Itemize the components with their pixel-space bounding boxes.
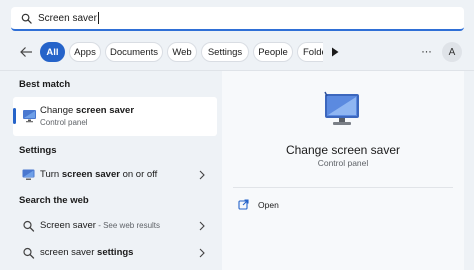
chevron-right-icon: [199, 170, 205, 180]
open-label: Open: [258, 200, 279, 210]
filter-apps[interactable]: Apps: [69, 42, 101, 62]
chevron-right-icon: [199, 221, 205, 231]
settings-item-label: Turn screen saver on or off: [40, 169, 158, 180]
search-icon: [23, 247, 35, 259]
filter-people[interactable]: People: [253, 42, 293, 62]
scroll-right-icon[interactable]: [331, 47, 339, 57]
selection-indicator: [13, 108, 16, 124]
search-icon: [23, 220, 35, 232]
best-match-title: Change screen saver: [40, 105, 135, 116]
preview-divider: [233, 187, 453, 188]
filter-web[interactable]: Web: [167, 42, 197, 62]
open-external-icon: [238, 199, 249, 210]
filter-all[interactable]: All: [40, 42, 65, 62]
best-match-subtitle: Control panel: [40, 118, 88, 127]
settings-item[interactable]: Turn screen saver on or off: [13, 164, 217, 186]
screen-saver-icon: [324, 91, 359, 125]
web-result-label: Screen saver - See web results: [40, 220, 161, 231]
section-best-match: Best match: [19, 79, 71, 90]
search-input[interactable]: Screen saver: [38, 13, 97, 24]
web-result-item[interactable]: Screen saver - See web results: [13, 215, 217, 237]
back-arrow-icon[interactable]: [19, 46, 33, 58]
search-icon: [21, 13, 32, 24]
web-result-label: screen saver settings: [40, 247, 134, 258]
screen-saver-settings-icon: [22, 169, 35, 180]
filter-documents[interactable]: Documents: [105, 42, 163, 62]
preview-title: Change screen saver: [285, 143, 401, 157]
section-settings: Settings: [19, 145, 57, 156]
open-button[interactable]: Open: [238, 198, 358, 212]
chevron-right-icon: [199, 248, 205, 258]
filter-folders[interactable]: Folde: [297, 42, 323, 62]
text-caret: [97, 12, 99, 24]
filter-settings[interactable]: Settings: [201, 42, 249, 62]
search-box[interactable]: Screen saver: [11, 7, 464, 31]
avatar[interactable]: A: [442, 42, 462, 62]
filter-bar: All Apps Documents Web Settings People F…: [0, 41, 474, 63]
web-result-item[interactable]: screen saver settings: [13, 242, 217, 264]
section-search-web: Search the web: [19, 195, 89, 206]
preview-pane: Change screen saver Control panel Open: [222, 71, 464, 270]
more-options-icon[interactable]: ···: [421, 44, 432, 58]
preview-subtitle: Control panel: [317, 158, 369, 168]
best-match-item[interactable]: Change screen saver Control panel: [13, 97, 217, 136]
results-list: Best match Change screen saver Control p…: [0, 71, 222, 270]
screen-saver-icon: [23, 110, 36, 123]
